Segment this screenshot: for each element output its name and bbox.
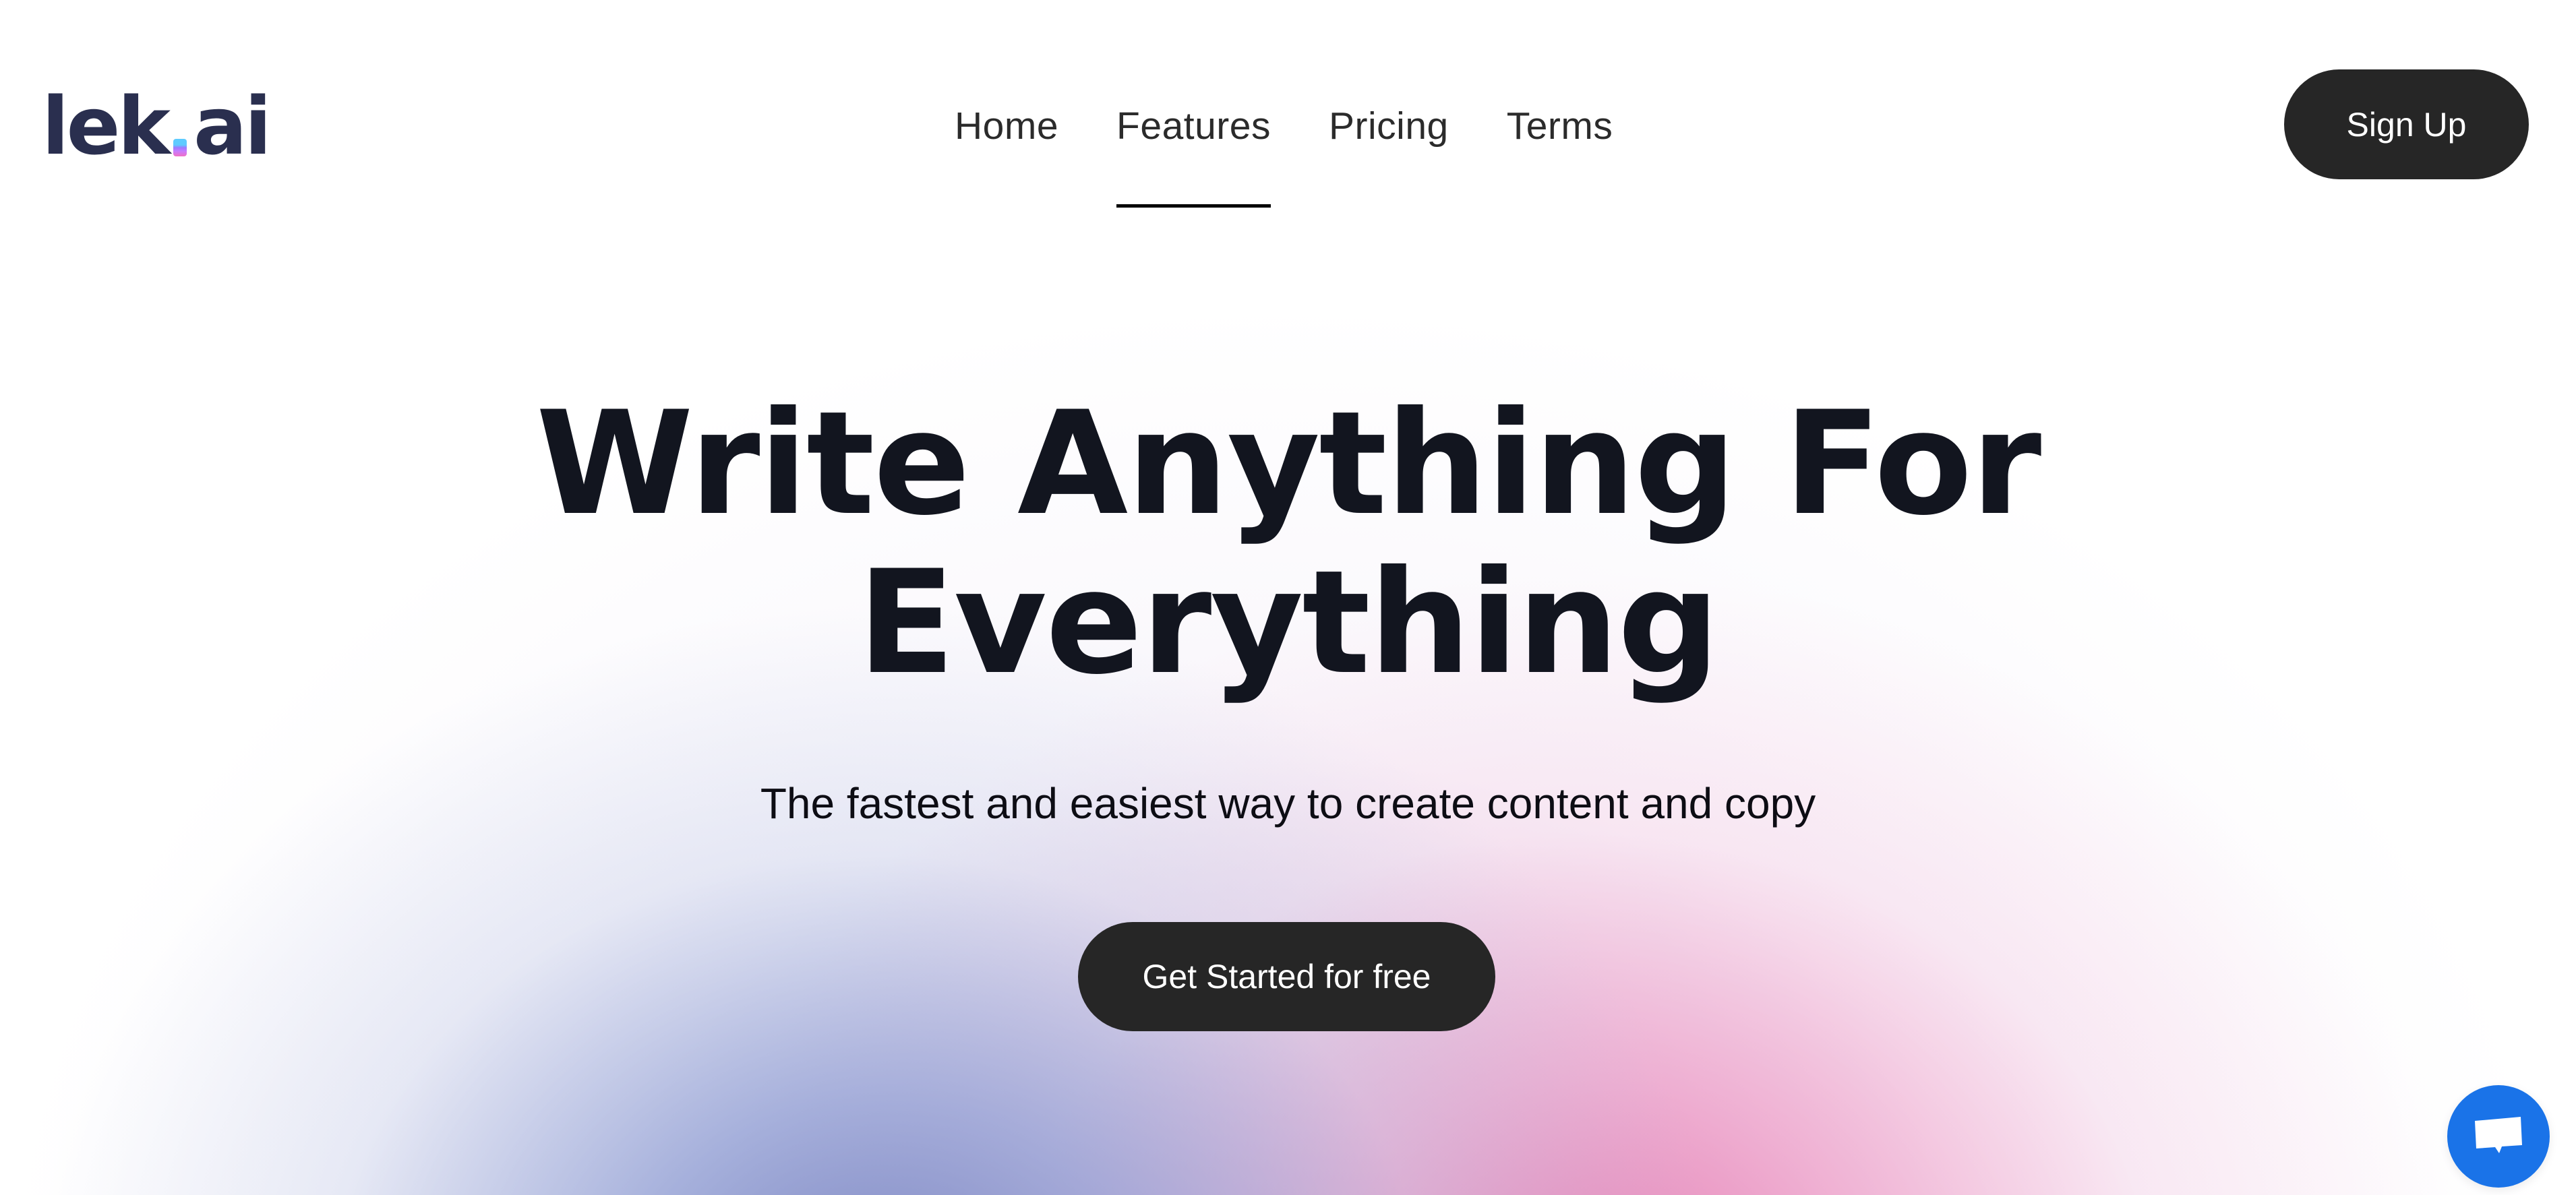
nav-item-terms[interactable]: Terms [1507, 101, 1613, 151]
get-started-button[interactable]: Get Started for free [1078, 922, 1495, 1031]
logo-text-lek: lek [42, 80, 171, 173]
main-nav: Home Features Pricing Terms [955, 101, 1613, 208]
chat-widget-button[interactable] [2447, 1085, 2550, 1188]
logo[interactable]: lek ai [42, 80, 272, 173]
logo-text-ai: ai [193, 80, 272, 173]
hero-title: Write Anything For Everything [0, 384, 2576, 702]
site-header: lek ai Home Features Pricing Terms Sign U… [0, 0, 2576, 216]
sign-up-button[interactable]: Sign Up [2284, 69, 2529, 179]
nav-item-features[interactable]: Features [1116, 101, 1271, 208]
chat-bubble-icon [2475, 1117, 2522, 1153]
hero-section: Write Anything For Everything The fastes… [0, 384, 2576, 830]
nav-item-home[interactable]: Home [955, 101, 1058, 151]
hero-subtitle: The fastest and easiest way to create co… [760, 779, 1816, 828]
hero-title-line-1: Write Anything For [535, 380, 2041, 547]
hero-title-line-2: Everything [857, 539, 1720, 706]
nav-item-pricing[interactable]: Pricing [1329, 101, 1449, 151]
logo-dot-icon [173, 139, 187, 156]
